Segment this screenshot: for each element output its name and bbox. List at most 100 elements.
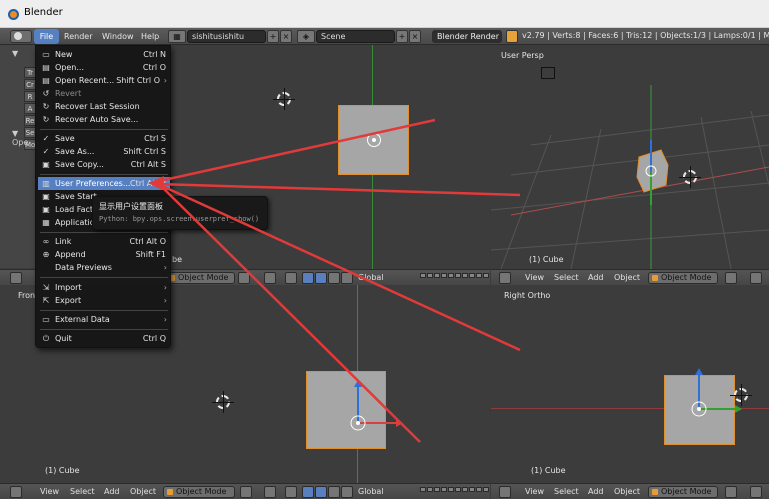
top-header: File Render Window Help ▦ sishitusishitu…: [0, 28, 769, 45]
menu-item-recover-last[interactable]: ↻ Recover Last Session: [38, 100, 170, 113]
shelf-collapse-icon[interactable]: ▼: [12, 49, 18, 58]
rotate-icon[interactable]: [328, 272, 340, 284]
pivot-icon[interactable]: [264, 486, 276, 498]
menu-item-recover-auto[interactable]: ↻ Recover Auto Save...: [38, 113, 170, 126]
layer-toggle-icon[interactable]: [285, 272, 297, 284]
transform-gizmo: [691, 368, 742, 417]
new-file-icon: ▭: [42, 50, 50, 59]
viewport-top-right[interactable]: User Persp (1) Cube: [491, 45, 769, 269]
view-menu[interactable]: View: [40, 486, 59, 498]
save-icon: ▣: [42, 192, 50, 201]
screen-layout-icon[interactable]: ▦: [168, 30, 186, 43]
add-menu[interactable]: Add: [588, 486, 604, 498]
menu-item-import[interactable]: ⇲ Import ›: [38, 281, 170, 294]
editor-type-icon[interactable]: [499, 486, 511, 498]
menu-render[interactable]: Render: [64, 31, 92, 43]
transform-orientation[interactable]: Global: [358, 486, 384, 498]
menu-item-open-recent[interactable]: ▤ Open Recent... Shift Ctrl O ›: [38, 74, 170, 87]
viewport-bottom-right[interactable]: Right Ortho (1) Cube: [491, 285, 769, 483]
render-engine-dropdown[interactable]: Blender Render: [432, 30, 502, 43]
editor-type-button[interactable]: [10, 30, 32, 43]
recover-icon: ↻: [42, 115, 50, 124]
3d-cursor-icon: [212, 391, 234, 413]
info-icon: [14, 32, 22, 40]
recover-icon: ↻: [42, 102, 50, 111]
menu-item-link[interactable]: ∞ Link Ctrl Alt O: [38, 235, 170, 248]
remove-scene-button[interactable]: ×: [409, 30, 421, 43]
add-menu[interactable]: Add: [588, 272, 604, 284]
manipulator-icon[interactable]: [302, 486, 314, 498]
operator-panel-label: Ope: [12, 138, 29, 147]
menu-item-open[interactable]: ▤ Open... Ctrl O: [38, 61, 170, 74]
blender-icon: [506, 30, 518, 43]
manipulator-icon[interactable]: [302, 272, 314, 284]
rotate-icon[interactable]: [328, 486, 340, 498]
transform-orientation[interactable]: Global: [358, 272, 384, 284]
view-menu[interactable]: View: [525, 272, 544, 284]
add-scene-button[interactable]: +: [396, 30, 408, 43]
blender-logo-icon: [8, 9, 19, 20]
menu-item-export[interactable]: ⇱ Export ›: [38, 294, 170, 307]
layer-buttons[interactable]: [420, 273, 489, 283]
menu-window[interactable]: Window: [102, 31, 134, 43]
scale-icon[interactable]: [341, 486, 353, 498]
window-titlebar: Blender: [0, 0, 769, 28]
menu-separator: [40, 277, 168, 278]
object-mode-dropdown[interactable]: Object Mode: [163, 486, 235, 498]
menu-item-external-data[interactable]: ▭ External Data ›: [38, 313, 170, 326]
pivot-icon[interactable]: [750, 486, 762, 498]
translate-icon[interactable]: [315, 272, 327, 284]
operator-panel-header[interactable]: ▼ Ope: [12, 129, 36, 147]
append-icon: ⊕: [42, 250, 50, 259]
menu-item-save[interactable]: ✓ Save Ctrl S: [38, 132, 170, 145]
link-icon: ∞: [42, 237, 50, 246]
object-mode-dropdown[interactable]: Object Mode: [648, 272, 718, 284]
editor-type-icon[interactable]: [10, 272, 22, 284]
active-object-label: (1) Cube: [529, 255, 564, 264]
check-icon: ✓: [42, 134, 50, 143]
object-menu[interactable]: Object: [614, 486, 640, 498]
shading-icon[interactable]: [725, 486, 737, 498]
editor-type-icon[interactable]: [499, 272, 511, 284]
menu-item-revert[interactable]: ↺ Revert: [38, 87, 170, 100]
object-mode-dropdown[interactable]: Object Mode: [648, 486, 718, 498]
add-menu[interactable]: Add: [104, 486, 120, 498]
layer-buttons[interactable]: [420, 487, 489, 497]
view-menu[interactable]: View: [525, 486, 544, 498]
object-mode-dropdown[interactable]: Object Mode: [165, 272, 235, 284]
shading-icon[interactable]: [725, 272, 737, 284]
scene-field[interactable]: Scene: [316, 30, 395, 43]
external-data-icon: ▭: [42, 315, 50, 324]
scale-icon[interactable]: [341, 272, 353, 284]
screen-layout-field[interactable]: sishitusishitu: [187, 30, 266, 43]
menu-item-save-copy[interactable]: ▣ Save Copy... Ctrl Alt S: [38, 158, 170, 171]
select-menu[interactable]: Select: [554, 486, 579, 498]
object-origin: [367, 133, 381, 147]
object-menu[interactable]: Object: [130, 486, 156, 498]
camera-icon: [541, 67, 555, 79]
remove-screen-button[interactable]: ×: [280, 30, 292, 43]
viewport-footer-bottom-left: View Select Add Object Object Mode Globa…: [0, 483, 490, 499]
editor-type-icon[interactable]: [10, 486, 22, 498]
scene-icon[interactable]: ◈: [297, 30, 315, 43]
select-menu[interactable]: Select: [70, 486, 95, 498]
add-screen-button[interactable]: +: [267, 30, 279, 43]
menu-file[interactable]: File: [34, 29, 59, 44]
menu-item-append[interactable]: ⊕ Append Shift F1: [38, 248, 170, 261]
pivot-icon[interactable]: [264, 272, 276, 284]
tooltip-python: Python: bpy.ops.screen.userpref_show(): [99, 215, 260, 223]
menu-separator: [40, 329, 168, 330]
select-menu[interactable]: Select: [554, 272, 579, 284]
menu-item-quit[interactable]: ⏻ Quit Ctrl Q: [38, 332, 170, 345]
translate-icon[interactable]: [315, 486, 327, 498]
shading-icon[interactable]: [238, 272, 250, 284]
menu-item-save-as[interactable]: ✓ Save As... Shift Ctrl S: [38, 145, 170, 158]
object-menu[interactable]: Object: [614, 272, 640, 284]
menu-item-data-previews[interactable]: Data Previews ›: [38, 261, 170, 274]
menu-item-new[interactable]: ▭ New Ctrl N: [38, 48, 170, 61]
pivot-icon[interactable]: [750, 272, 762, 284]
layer-toggle-icon[interactable]: [285, 486, 297, 498]
menu-help[interactable]: Help: [141, 31, 159, 43]
menu-item-user-preferences[interactable]: ▥ User Preferences... Ctrl Alt U: [38, 177, 170, 190]
shading-icon[interactable]: [240, 486, 252, 498]
